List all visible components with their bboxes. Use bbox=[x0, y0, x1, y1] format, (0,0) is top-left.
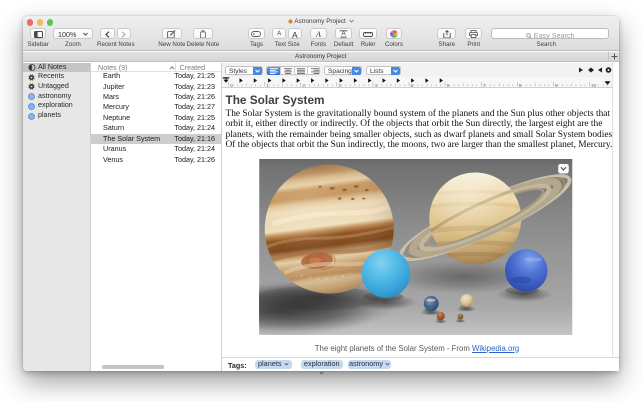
svg-text:6: 6 bbox=[446, 83, 449, 88]
svg-text:9: 9 bbox=[554, 83, 557, 88]
svg-text:1: 1 bbox=[266, 83, 269, 88]
svg-text:10: 10 bbox=[591, 83, 597, 88]
svg-text:A: A bbox=[341, 31, 346, 38]
svg-text:5: 5 bbox=[410, 83, 413, 88]
svg-text:3: 3 bbox=[338, 83, 341, 88]
svg-text:4: 4 bbox=[374, 83, 377, 88]
svg-text:2: 2 bbox=[302, 83, 305, 88]
svg-text:8: 8 bbox=[518, 83, 521, 88]
svg-text:0: 0 bbox=[230, 83, 233, 88]
svg-text:7: 7 bbox=[482, 83, 485, 88]
